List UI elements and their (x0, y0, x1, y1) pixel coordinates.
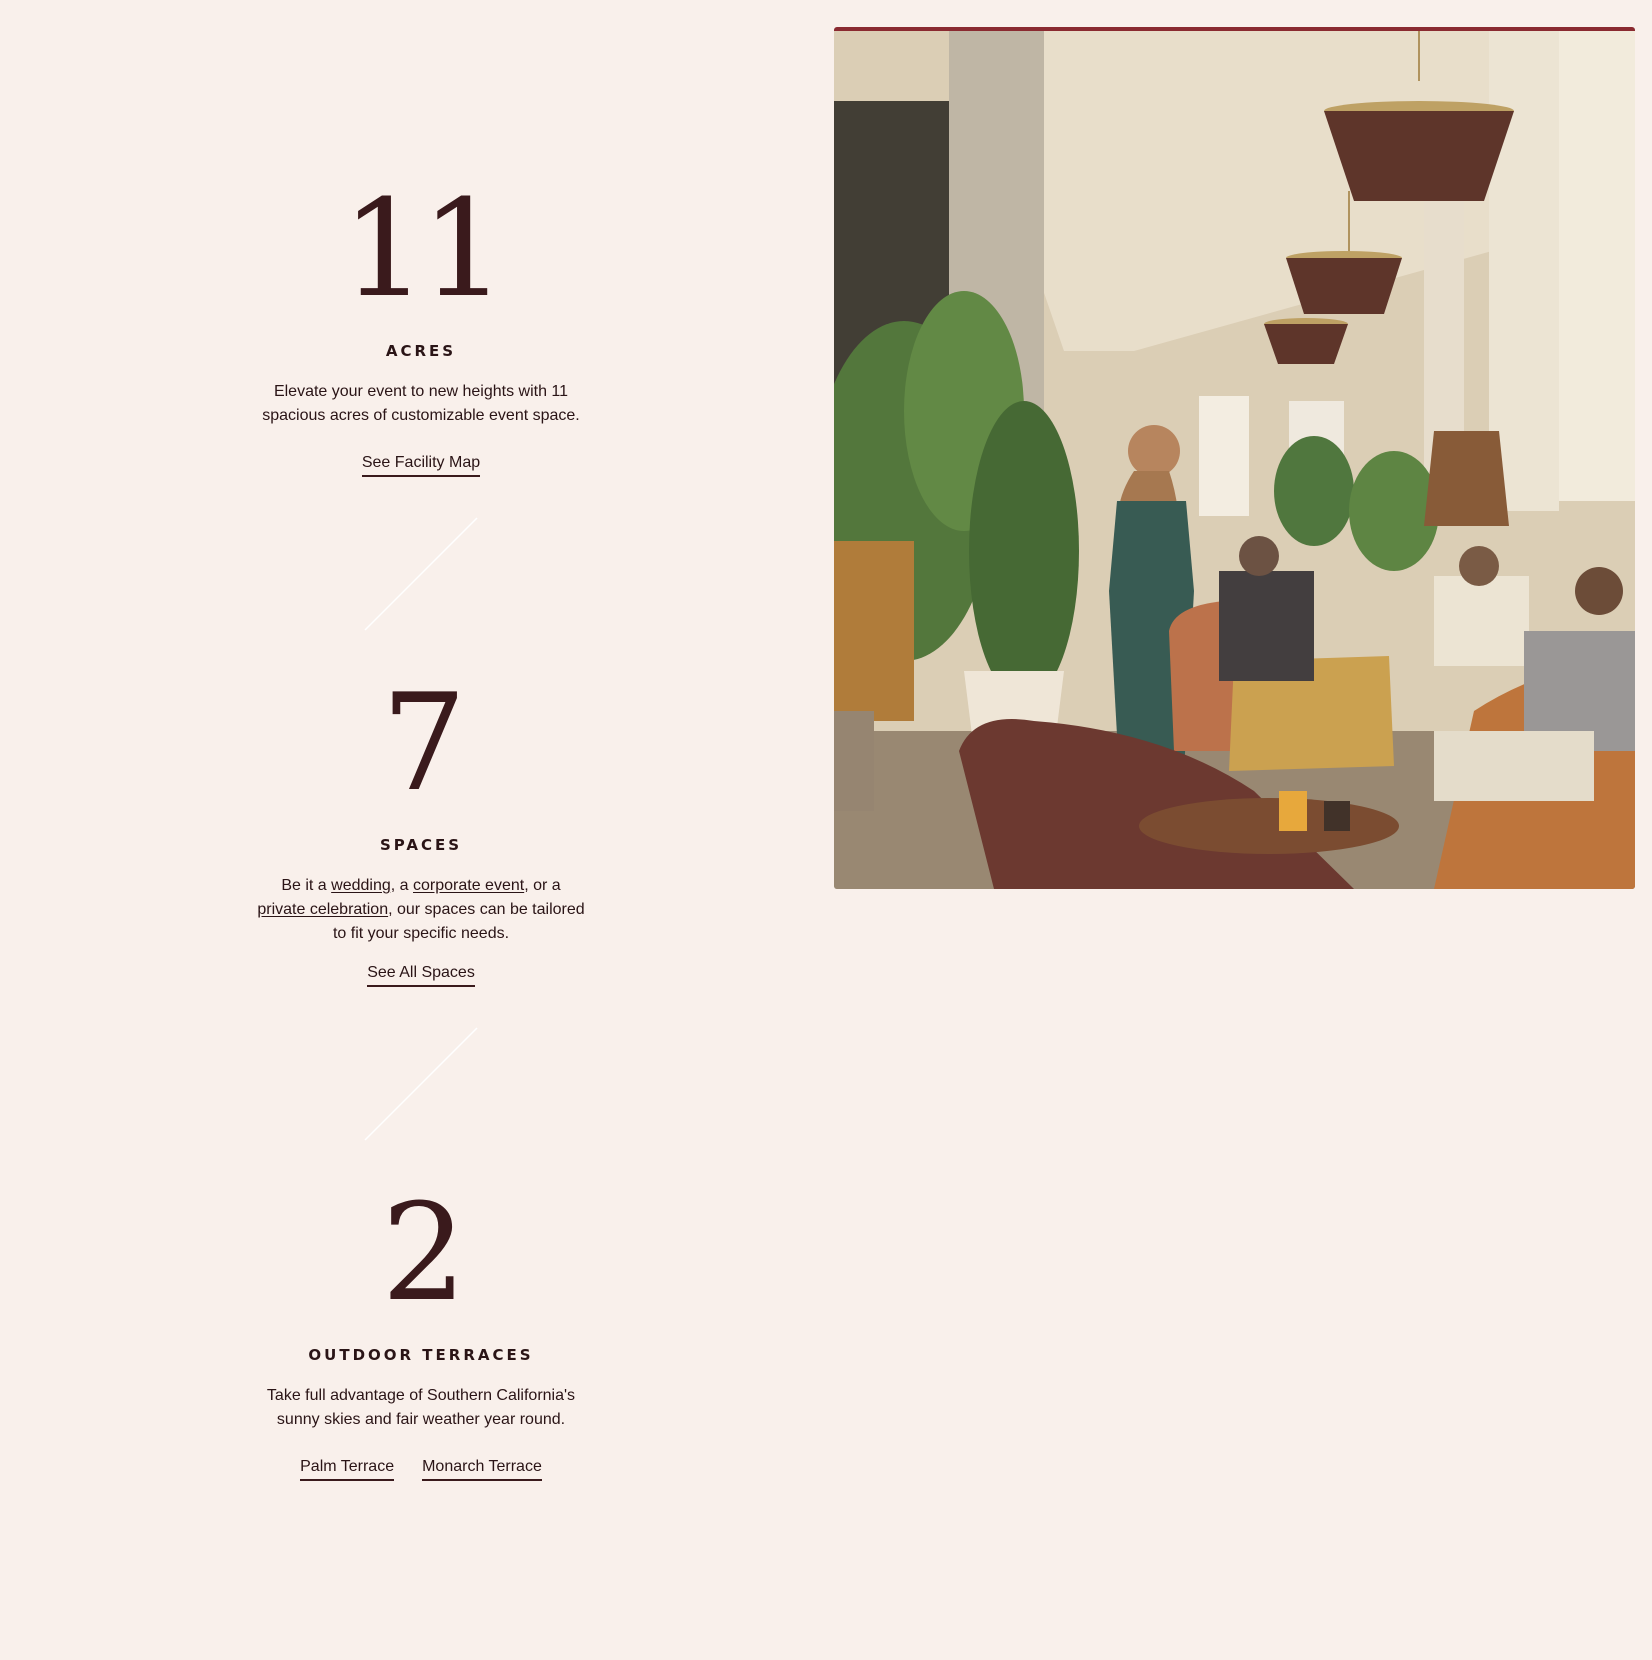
desc-text: , a (390, 877, 413, 894)
stat-description: Be it a wedding, a corporate event, or a… (256, 874, 586, 946)
stat-number: 7 (381, 665, 466, 821)
private-celebration-link[interactable]: private celebration (257, 901, 388, 918)
stat-label: OUTDOOR TERRACES (308, 1346, 534, 1364)
monarch-terrace-link[interactable]: Monarch Terrace (422, 1458, 542, 1481)
see-all-spaces-link[interactable]: See All Spaces (367, 964, 475, 987)
stat-outdoor-terraces: 2 OUTDOOR TERRACES Take full advantage o… (0, 1186, 842, 1481)
stat-description: Take full advantage of Southern Californ… (266, 1387, 576, 1428)
diagonal-divider (364, 517, 478, 631)
palm-terrace-link[interactable]: Palm Terrace (300, 1458, 395, 1481)
stat-number: 11 (341, 171, 507, 327)
desc-text: , or a (524, 877, 561, 894)
stat-label: SPACES (379, 836, 463, 854)
see-facility-map-link[interactable]: See Facility Map (361, 454, 481, 477)
stat-label: ACRES (385, 342, 457, 360)
stat-number: 2 (381, 1175, 466, 1331)
desc-text: Be it a (281, 877, 332, 894)
wedding-link[interactable]: wedding (331, 877, 391, 894)
diagonal-divider (364, 1027, 478, 1141)
stats-column: 11 ACRES Elevate your event to new heigh… (0, 0, 842, 1660)
lounge-photo (834, 27, 1635, 889)
corporate-event-link[interactable]: corporate event (413, 877, 524, 894)
stat-acres: 11 ACRES Elevate your event to new heigh… (0, 182, 842, 477)
stat-description: Elevate your event to new heights with 1… (262, 383, 580, 424)
lounge-scene-image (834, 31, 1635, 889)
stat-spaces: 7 SPACES Be it a wedding, a corporate ev… (0, 676, 842, 987)
